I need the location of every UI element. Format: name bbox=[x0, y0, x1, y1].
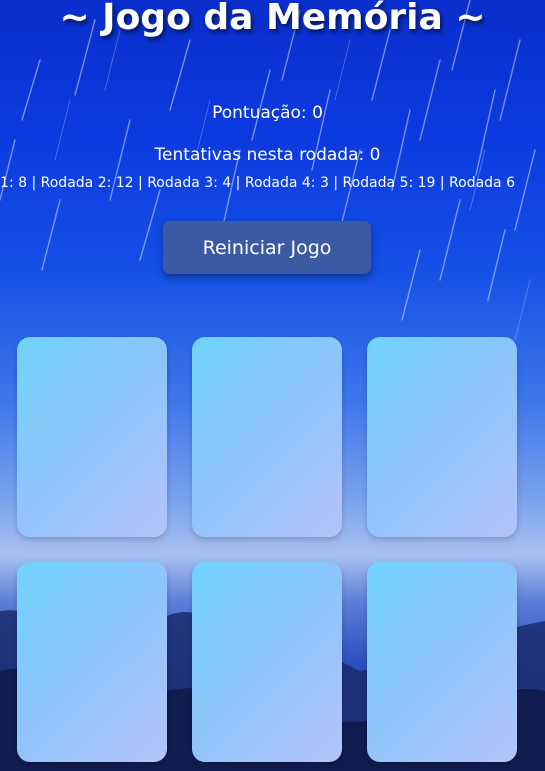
memory-card[interactable] bbox=[367, 562, 517, 762]
attempts-text: Tentativas nesta rodada: 0 bbox=[154, 145, 381, 165]
score-text: Pontuação: 0 bbox=[212, 103, 323, 123]
memory-card[interactable] bbox=[17, 562, 167, 762]
memory-card[interactable] bbox=[367, 337, 517, 537]
round-history: Rodada 1: 8 | Rodada 2: 12 | Rodada 3: 4… bbox=[0, 175, 545, 195]
page-title: ~ Jogo da Memória ~ bbox=[59, 0, 486, 38]
restart-game-button[interactable]: Reiniciar Jogo bbox=[163, 221, 371, 274]
memory-card[interactable] bbox=[192, 337, 342, 537]
memory-card[interactable] bbox=[17, 337, 167, 537]
round-history-text: Rodada 1: 8 | Rodada 2: 12 | Rodada 3: 4… bbox=[0, 175, 515, 191]
memory-card[interactable] bbox=[192, 562, 342, 762]
